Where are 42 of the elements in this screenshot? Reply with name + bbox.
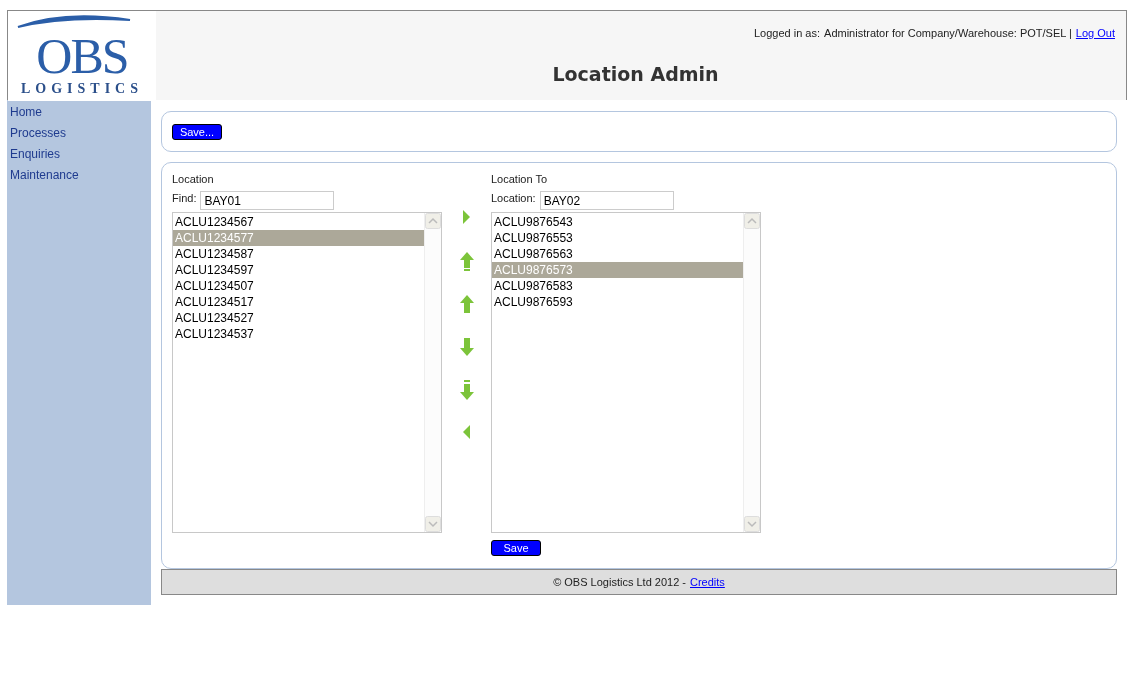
- find-field[interactable]: BAY01: [200, 191, 335, 210]
- section-heading: Location: [172, 173, 215, 187]
- up-arrow-bar-icon[interactable]: [457, 250, 476, 272]
- list-item[interactable]: ACLU1234517: [173, 294, 424, 310]
- login-label: Logged in as:: [754, 27, 821, 39]
- logo-mark: OBS: [36, 31, 128, 81]
- copyright-text: © OBS Logistics Ltd 2012 -: [553, 576, 686, 588]
- location-field[interactable]: BAY02: [539, 191, 674, 210]
- field-label: Location:: [491, 191, 536, 206]
- logo-wordmark: LOGISTICS: [20, 81, 143, 97]
- list-box[interactable]: ACLU1234567 ACLU1234577 ACLU1234587 ACLU1234597 ACLU1234507 ACLU1234517 ACLU1234527 ACLU1234537: [172, 212, 442, 533]
- list-item[interactable]: ACLU9876583: [492, 278, 743, 294]
- list-item[interactable]: ACLU1234567: [173, 214, 424, 230]
- logout-link[interactable]: Log Out: [1075, 27, 1115, 39]
- credits-link[interactable]: Credits: [690, 576, 725, 588]
- list-item[interactable]: ACLU1234587: [173, 246, 424, 262]
- sidebar-item[interactable]: Processes: [7, 125, 151, 146]
- scroll-up-icon[interactable]: [744, 213, 760, 229]
- scroll-down-icon[interactable]: [744, 516, 760, 532]
- down-arrow-icon[interactable]: [457, 336, 476, 358]
- save-button[interactable]: Save: [491, 540, 541, 556]
- section-heading: Location To: [491, 173, 549, 187]
- scroll-down-icon[interactable]: [425, 516, 441, 532]
- sidebar-item[interactable]: Home: [7, 104, 151, 125]
- login-info: Administrator for Company/Warehouse: POT/SEL |: [824, 27, 1072, 39]
- page-title: Location Admin: [551, 63, 720, 85]
- down-arrow-bar-icon[interactable]: [457, 379, 476, 401]
- list-item[interactable]: ACLU1234537: [173, 326, 424, 342]
- list-item[interactable]: ACLU1234597: [173, 262, 424, 278]
- save-button[interactable]: Save...: [172, 124, 222, 140]
- scroll-up-icon[interactable]: [425, 213, 441, 229]
- sidebar-item[interactable]: Enquiries: [7, 146, 151, 167]
- sidebar-item[interactable]: Maintenance: [7, 167, 151, 188]
- list-item[interactable]: ACLU9876543: [492, 214, 743, 230]
- list-item[interactable]: ACLU9876563: [492, 246, 743, 262]
- list-item[interactable]: ACLU9876593: [492, 294, 743, 310]
- list-box[interactable]: ACLU9876543 ACLU9876553 ACLU9876563 ACLU9876573 ACLU9876583 ACLU9876593: [491, 212, 761, 533]
- list-item[interactable]: ACLU9876553: [492, 230, 743, 246]
- up-arrow-icon[interactable]: [457, 293, 476, 315]
- list-item[interactable]: ACLU1234507: [173, 278, 424, 294]
- field-label: Find:: [172, 191, 197, 206]
- list-item[interactable]: ACLU1234527: [173, 310, 424, 326]
